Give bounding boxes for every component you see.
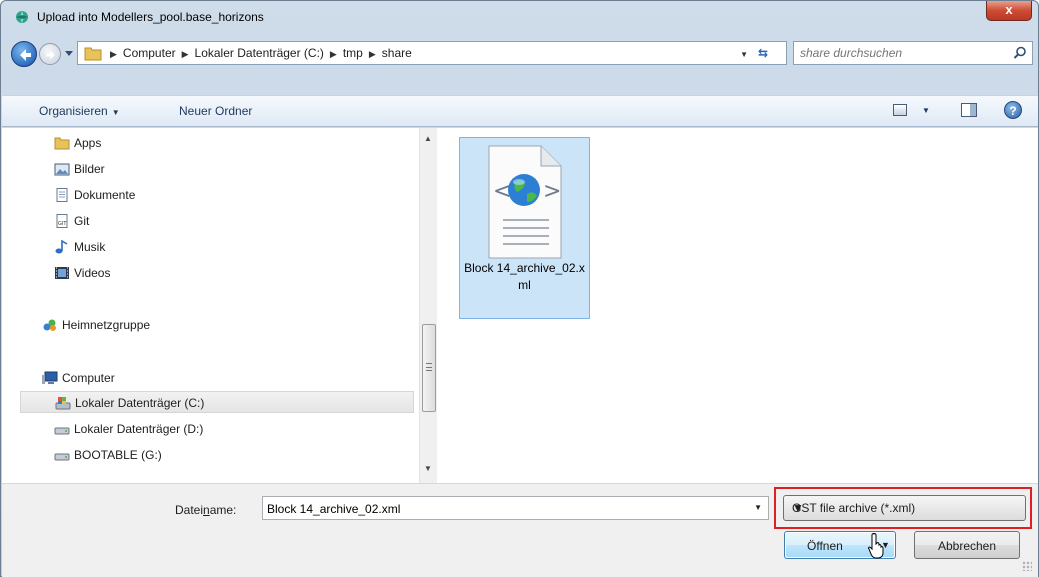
breadcrumb-computer[interactable]: Computer [123, 46, 176, 60]
filename-combobox[interactable]: ▼ [262, 496, 769, 520]
filename-label-post: ame: [209, 503, 237, 517]
nav-item-musik[interactable]: Musik [54, 236, 354, 258]
organize-button[interactable]: Organisieren ▼ [39, 104, 120, 118]
nav-item-drive-d[interactable]: Lokaler Datenträger (D:) [54, 418, 374, 440]
nav-item-label: Dokumente [74, 188, 136, 202]
svg-text:GIT: GIT [58, 221, 67, 227]
nav-item-dokumente[interactable]: Dokumente [54, 184, 354, 206]
forward-button[interactable] [39, 43, 61, 65]
breadcrumb-tmp[interactable]: tmp [343, 46, 363, 60]
documents-icon [56, 188, 68, 202]
folder-icon [54, 137, 70, 150]
grip-icon [426, 363, 432, 371]
breadcrumb-share[interactable]: share [382, 46, 412, 60]
filename-label: Dateiname: [175, 503, 236, 517]
breadcrumb-separator-icon[interactable]: ▶ [330, 49, 337, 59]
drive-icon [54, 427, 70, 435]
file-item[interactable]: < > Block 14_archive_02.xml [459, 137, 590, 319]
search-box[interactable] [793, 41, 1033, 65]
recent-pages-dropdown-icon[interactable] [64, 48, 74, 58]
window-title: Upload into Modellers_pool.base_horizons [37, 10, 264, 24]
breadcrumb-separator-icon[interactable]: ▶ [182, 49, 189, 59]
nav-item-bootable-g[interactable]: BOOTABLE (G:) [54, 444, 374, 466]
nav-item-apps[interactable]: Apps [54, 132, 354, 154]
git-icon: GIT [56, 214, 68, 228]
search-icon[interactable] [1013, 46, 1027, 60]
app-icon [16, 11, 28, 23]
videos-icon [55, 267, 69, 279]
filetype-select[interactable]: GST file archive (*.xml) ▼ [783, 495, 1026, 521]
xml-file-icon: < > [488, 145, 562, 259]
new-folder-button[interactable]: Neuer Ordner [179, 104, 252, 118]
open-label: Öffnen [807, 539, 843, 553]
navigation-scrollbar[interactable]: ▲ ▼ [419, 128, 437, 483]
breadcrumb: ▶ Computer ▶ Lokaler Datenträger (C:) ▶ tmp ▶ s… [110, 46, 418, 60]
nav-item-heimnetzgruppe[interactable]: Heimnetzgruppe [42, 314, 362, 336]
nav-item-computer[interactable]: Computer [42, 367, 362, 389]
chevron-down-icon: ▼ [111, 108, 120, 117]
system-drive-icon [55, 397, 71, 410]
scrollbar-thumb[interactable] [422, 324, 436, 412]
mouse-cursor-icon [868, 533, 884, 559]
nav-item-label: Lokaler Datenträger (C:) [75, 396, 205, 410]
preview-pane-icon[interactable] [961, 103, 977, 117]
nav-item-label: BOOTABLE (G:) [74, 448, 162, 462]
nav-item-label: Git [74, 214, 90, 228]
change-view-icon[interactable] [893, 104, 907, 116]
scroll-up-icon[interactable]: ▲ [424, 134, 432, 143]
organize-label: Organisieren [39, 104, 108, 118]
chevron-down-icon: ▼ [792, 501, 804, 515]
breadcrumb-separator-icon: ▶ [110, 49, 117, 59]
file-name: Block 14_archive_02.xml [464, 261, 585, 292]
chevron-down-icon[interactable]: ▼ [740, 50, 748, 59]
scroll-down-icon[interactable]: ▼ [424, 464, 432, 473]
pictures-icon [54, 163, 70, 176]
arrow-left-icon [20, 49, 31, 61]
file-open-dialog: Upload into Modellers_pool.base_horizons… [0, 0, 1039, 577]
refresh-icon[interactable]: ⇆ [758, 46, 776, 60]
navigation-pane: Apps Bilder Dokumente GIT Git Musik Vide… [2, 128, 416, 483]
cancel-label: Abbrechen [937, 539, 997, 553]
nav-item-label: Musik [74, 240, 106, 254]
address-row: ▶ Computer ▶ Lokaler Datenträger (C:) ▶ tmp ▶ s… [1, 33, 1038, 73]
file-list: < > Block 14_archive_02.xml [439, 128, 1038, 483]
title-bar[interactable]: Upload into Modellers_pool.base_horizons… [1, 1, 1038, 33]
filename-label-accelerator: n [203, 503, 210, 517]
arrow-right-icon [46, 50, 55, 60]
nav-item-videos[interactable]: Videos [54, 262, 354, 284]
nav-item-drive-c[interactable]: Lokaler Datenträger (C:) [20, 391, 414, 413]
breadcrumb-drive-c[interactable]: Lokaler Datenträger (C:) [195, 46, 324, 60]
search-input[interactable] [800, 45, 1000, 61]
back-button[interactable] [11, 41, 37, 67]
folder-icon [84, 47, 102, 61]
nav-item-label: Bilder [74, 162, 105, 176]
nav-item-git[interactable]: GIT Git [54, 210, 354, 232]
cancel-button[interactable]: Abbrechen [914, 531, 1020, 559]
svg-text:>: > [543, 179, 561, 204]
nav-item-bilder[interactable]: Bilder [54, 158, 354, 180]
command-bar: Organisieren ▼ Neuer Ordner ▼ ? [2, 95, 1038, 127]
close-button[interactable]: x [986, 1, 1032, 21]
nav-item-label: Videos [74, 266, 111, 280]
homegroup-icon [43, 319, 56, 331]
nav-item-label: Computer [62, 371, 115, 385]
chevron-down-icon[interactable]: ▼ [754, 503, 762, 512]
help-icon[interactable]: ? [1004, 101, 1022, 119]
address-bar[interactable]: ▶ Computer ▶ Lokaler Datenträger (C:) ▶ tmp ▶ s… [77, 41, 787, 65]
content-area: Apps Bilder Dokumente GIT Git Musik Vide… [2, 128, 1038, 483]
breadcrumb-separator-icon[interactable]: ▶ [369, 49, 376, 59]
music-icon [55, 240, 68, 254]
resize-grip-icon[interactable] [1022, 561, 1032, 571]
drive-icon [54, 453, 70, 461]
filename-label-pre: Datei [175, 503, 204, 517]
nav-item-label: Apps [74, 136, 102, 150]
filename-input[interactable] [267, 501, 737, 517]
dialog-footer: Dateiname: ▼ GST file archive (*.xml) ▼ … [2, 483, 1038, 577]
nav-item-label: Heimnetzgruppe [62, 318, 151, 332]
chevron-down-icon[interactable]: ▼ [922, 106, 930, 115]
nav-item-label: Lokaler Datenträger (D:) [74, 422, 204, 436]
computer-icon [42, 371, 58, 384]
